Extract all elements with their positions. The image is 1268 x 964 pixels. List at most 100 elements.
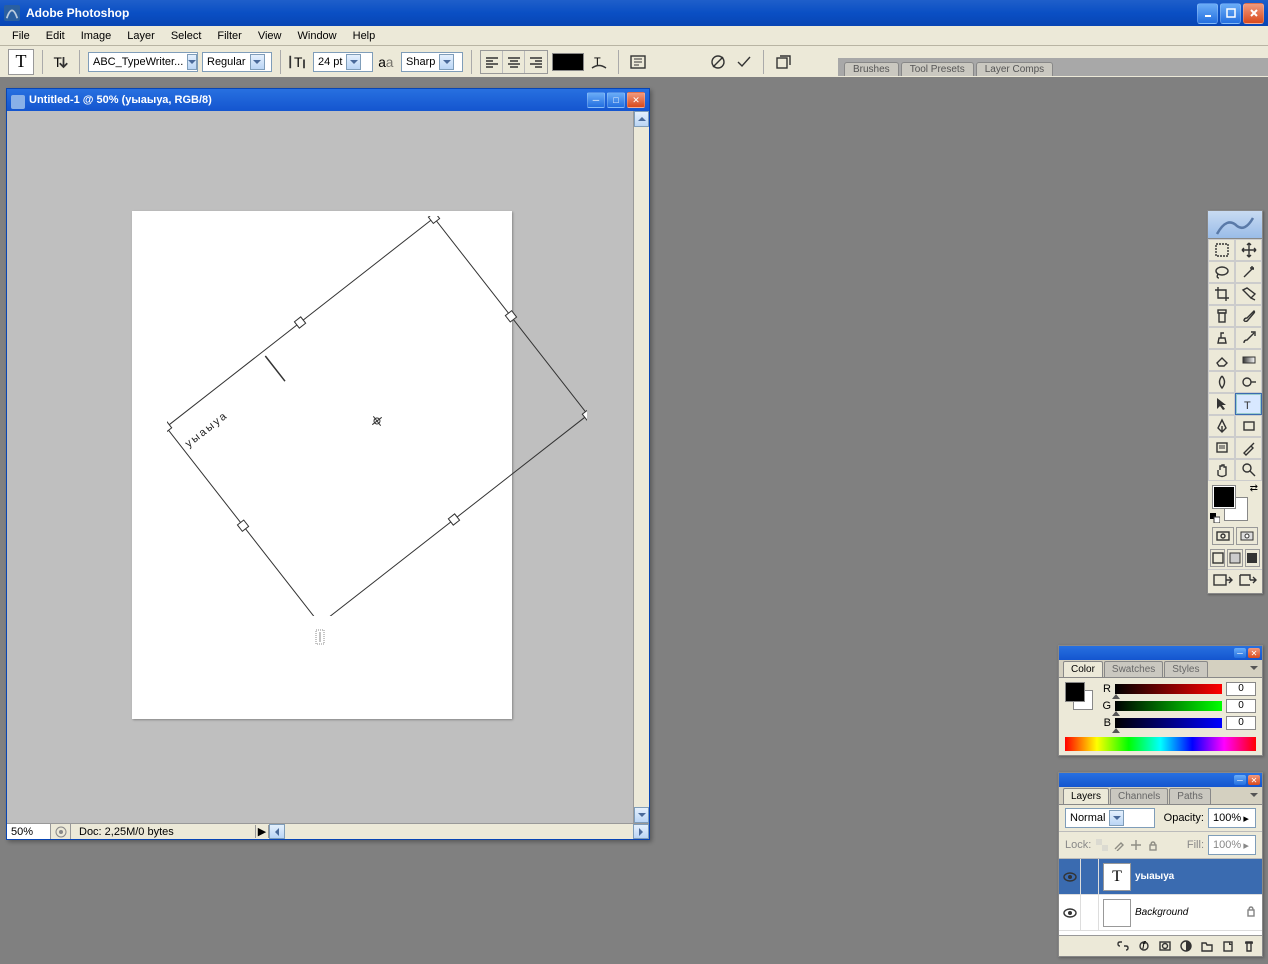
standard-mode-button[interactable] [1212, 527, 1234, 545]
brush-tool[interactable] [1235, 305, 1262, 327]
zoom-field[interactable]: 50% [7, 824, 51, 839]
color-panel-swatches[interactable] [1065, 682, 1093, 710]
font-style-dropdown[interactable]: Regular [202, 52, 272, 72]
healing-brush-tool[interactable] [1208, 305, 1235, 327]
palette-tab-layer-comps[interactable]: Layer Comps [976, 62, 1053, 76]
status-icon[interactable] [51, 824, 71, 839]
layer-row[interactable]: Background [1059, 895, 1262, 931]
shape-tool[interactable] [1235, 415, 1262, 437]
document-close-button[interactable]: ✕ [627, 92, 645, 108]
g-slider[interactable] [1115, 701, 1222, 711]
window-maximize-button[interactable] [1220, 3, 1241, 24]
tab-paths[interactable]: Paths [1169, 788, 1211, 804]
lock-pixels-button[interactable] [1112, 838, 1126, 852]
r-value[interactable]: 0 [1226, 682, 1256, 696]
tab-swatches[interactable]: Swatches [1104, 661, 1163, 677]
adjustment-layer-button[interactable] [1177, 938, 1195, 954]
window-close-button[interactable] [1243, 3, 1264, 24]
opacity-field[interactable]: 100% ▸ [1208, 808, 1256, 828]
document-maximize-button[interactable]: □ [607, 92, 625, 108]
menu-layer[interactable]: Layer [119, 28, 163, 44]
hand-tool[interactable] [1208, 459, 1235, 481]
layer-visibility-toggle[interactable] [1059, 859, 1081, 894]
default-colors-icon[interactable] [1210, 513, 1220, 523]
align-left-button[interactable] [481, 51, 503, 73]
color-panel-menu-button[interactable] [1248, 662, 1260, 674]
b-slider[interactable] [1115, 718, 1222, 728]
font-family-dropdown[interactable]: ABC_TypeWriter... [88, 52, 198, 72]
menu-edit[interactable]: Edit [38, 28, 73, 44]
document-minimize-button[interactable]: ─ [587, 92, 605, 108]
menu-view[interactable]: View [250, 28, 290, 44]
magic-wand-tool[interactable] [1235, 261, 1262, 283]
new-layer-button[interactable] [1219, 938, 1237, 954]
slice-tool[interactable] [1235, 283, 1262, 305]
canvas-area[interactable]: уыаыуа [7, 111, 633, 823]
blur-tool[interactable] [1208, 371, 1235, 393]
text-color-swatch[interactable] [552, 53, 584, 71]
layers-panel-close-button[interactable]: ✕ [1248, 775, 1260, 785]
cancel-transform-button[interactable] [707, 51, 729, 73]
menu-filter[interactable]: Filter [209, 28, 249, 44]
layer-group-button[interactable] [1198, 938, 1216, 954]
warp-text-button[interactable]: T [588, 51, 610, 73]
pen-tool[interactable] [1208, 415, 1235, 437]
type-tool[interactable]: T [1235, 393, 1262, 415]
tab-layers[interactable]: Layers [1063, 788, 1109, 804]
lasso-tool[interactable] [1208, 261, 1235, 283]
screen-full-menubar-button[interactable] [1227, 549, 1242, 567]
blend-mode-dropdown[interactable]: Normal [1065, 808, 1155, 828]
current-tool-icon[interactable]: T [8, 49, 34, 75]
window-minimize-button[interactable] [1197, 3, 1218, 24]
document-titlebar[interactable]: Untitled-1 @ 50% (уыаыуа, RGB/8) ─ □ ✕ [7, 89, 649, 111]
palette-tab-brushes[interactable]: Brushes [844, 62, 899, 76]
layer-mask-button[interactable] [1156, 938, 1174, 954]
lock-position-button[interactable] [1129, 838, 1143, 852]
align-right-button[interactable] [525, 51, 547, 73]
screen-full-button[interactable] [1245, 549, 1260, 567]
layer-link-area[interactable] [1081, 895, 1099, 930]
eraser-tool[interactable] [1208, 349, 1235, 371]
layer-thumbnail[interactable] [1103, 899, 1131, 927]
clone-stamp-tool[interactable] [1208, 327, 1235, 349]
tab-channels[interactable]: Channels [1110, 788, 1168, 804]
layer-style-button[interactable]: f [1135, 938, 1153, 954]
layer-link-area[interactable] [1081, 859, 1099, 894]
tab-color[interactable]: Color [1063, 661, 1103, 677]
commit-transform-button[interactable] [733, 51, 755, 73]
color-ramp[interactable] [1065, 737, 1256, 751]
color-panel-close-button[interactable]: ✕ [1248, 648, 1260, 658]
status-menu-arrow[interactable]: ▶ [255, 825, 269, 838]
path-selection-tool[interactable] [1208, 393, 1235, 415]
menu-help[interactable]: Help [345, 28, 384, 44]
quick-mask-button[interactable] [1236, 527, 1258, 545]
r-slider[interactable] [1115, 684, 1222, 694]
layer-name[interactable]: Background [1135, 907, 1188, 918]
menu-image[interactable]: Image [73, 28, 120, 44]
link-layers-button[interactable] [1114, 938, 1132, 954]
layer-visibility-toggle[interactable] [1059, 895, 1081, 930]
jump-other-button[interactable] [1236, 572, 1258, 591]
vertical-scrollbar[interactable] [633, 111, 649, 823]
color-panel-minimize-button[interactable]: ─ [1234, 648, 1246, 658]
notes-tool[interactable] [1208, 437, 1235, 459]
toolbox-header[interactable] [1208, 211, 1262, 239]
screen-standard-button[interactable] [1210, 549, 1225, 567]
font-size-dropdown[interactable]: 24 pt [313, 52, 373, 72]
crop-tool[interactable] [1208, 283, 1235, 305]
jump-imageready-button[interactable] [1212, 572, 1234, 591]
delete-layer-button[interactable] [1240, 938, 1258, 954]
lock-transparency-button[interactable] [1095, 838, 1109, 852]
swap-colors-icon[interactable]: ⇄ [1250, 483, 1258, 494]
edit-options-button[interactable] [772, 51, 794, 73]
horizontal-scrollbar[interactable] [269, 824, 649, 839]
g-value[interactable]: 0 [1226, 699, 1256, 713]
anti-alias-dropdown[interactable]: Sharp [401, 52, 463, 72]
gradient-tool[interactable] [1235, 349, 1262, 371]
dodge-tool[interactable] [1235, 371, 1262, 393]
eyedropper-tool[interactable] [1235, 437, 1262, 459]
layer-thumbnail[interactable]: T [1103, 863, 1131, 891]
history-brush-tool[interactable] [1235, 327, 1262, 349]
layer-row[interactable]: T уыаыуа [1059, 859, 1262, 895]
foreground-color-swatch[interactable] [1212, 485, 1236, 509]
